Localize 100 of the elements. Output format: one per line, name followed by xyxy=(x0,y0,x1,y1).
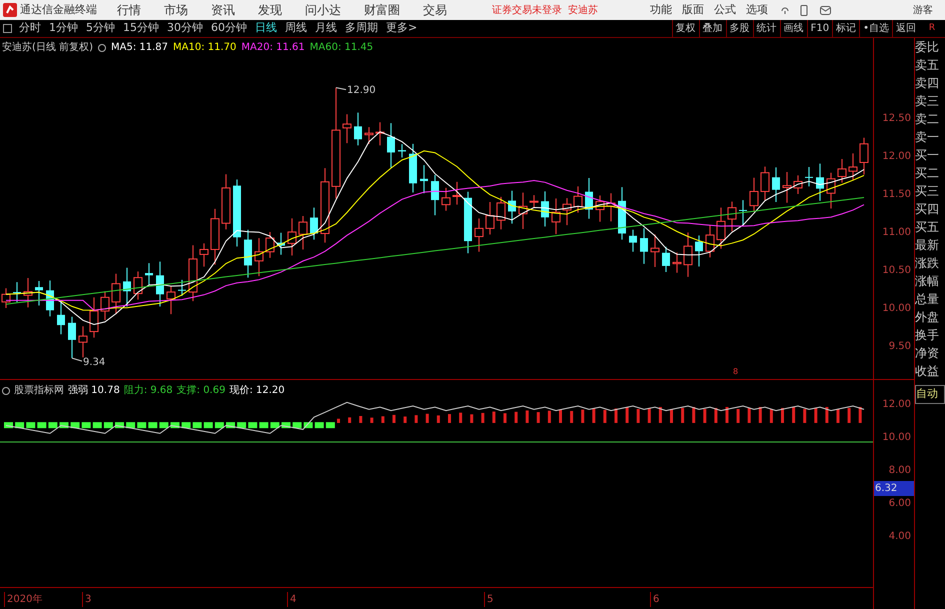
indicator-axis-label: 6.00 xyxy=(888,497,911,511)
candlestick xyxy=(838,158,846,184)
price-axis-label: 10.00 xyxy=(882,302,911,316)
candlestick xyxy=(794,174,802,194)
stock-name: 安迪苏 xyxy=(568,4,598,18)
period-tab[interactable]: 多周期 xyxy=(341,20,382,37)
phone-icon[interactable] xyxy=(800,4,808,16)
period-tab[interactable]: 分时 xyxy=(15,20,45,37)
mail-icon[interactable] xyxy=(820,6,831,14)
menu-item[interactable]: 行情 xyxy=(117,1,141,19)
candlestick xyxy=(35,280,43,306)
candlestick xyxy=(24,277,32,308)
candlestick xyxy=(298,216,308,250)
price-axis-label: 12.00 xyxy=(882,150,911,164)
candlestick xyxy=(46,280,54,317)
tool-menu-item[interactable]: 版面 xyxy=(682,2,704,18)
period-tab[interactable]: 周线 xyxy=(281,20,311,37)
chart-toolbar-button[interactable]: 返回 xyxy=(892,20,919,37)
candlestick xyxy=(431,174,439,216)
auto-mode-button[interactable]: 自动 xyxy=(915,385,945,404)
chart-toolbar-button[interactable]: F10 xyxy=(806,20,832,37)
candlestick xyxy=(178,279,186,296)
chart-toolbar-button[interactable]: 标记 xyxy=(832,20,860,37)
candlestick xyxy=(518,192,528,230)
candlestick xyxy=(508,190,516,224)
chart-toolbar-button[interactable]: 统计 xyxy=(752,20,780,37)
period-tab[interactable]: 日线 xyxy=(251,20,281,37)
quote-field-label: 买三 xyxy=(915,183,940,200)
menu-item[interactable]: 财富圈 xyxy=(364,1,400,19)
candlestick xyxy=(200,242,208,268)
candlestick xyxy=(486,201,494,235)
menu-item[interactable]: 发现 xyxy=(258,1,282,19)
leader-line xyxy=(336,87,346,90)
ma-legend: MA5: 11.87 xyxy=(110,40,168,55)
candlestick xyxy=(364,126,374,144)
tool-menu-item[interactable]: 功能 xyxy=(650,2,672,18)
candlestick xyxy=(156,261,164,307)
candlestick xyxy=(672,252,682,274)
candlestick xyxy=(574,186,582,214)
time-axis-label: 6 xyxy=(650,592,660,607)
chart-toolbar-button[interactable]: 复权 xyxy=(672,20,699,37)
period-tab[interactable]: 5分钟 xyxy=(82,20,119,37)
candlestick xyxy=(650,234,660,268)
settings-icon[interactable] xyxy=(98,44,106,52)
app-logo-icon xyxy=(3,3,17,17)
indicator-axis-label: 10.00 xyxy=(882,431,911,445)
candlestick xyxy=(805,166,813,187)
candlestick xyxy=(100,290,110,321)
price-axis-label: 11.00 xyxy=(882,226,911,240)
candlestick xyxy=(342,114,352,144)
period-tab[interactable]: 1分钟 xyxy=(45,20,82,37)
current-value-marker: 6.32 xyxy=(874,481,914,496)
user-label[interactable]: 游客 xyxy=(913,2,933,18)
quote-field-label: 卖二 xyxy=(915,111,940,128)
candlestick xyxy=(13,282,21,303)
candlestick xyxy=(585,178,593,220)
menu-item[interactable]: 资讯 xyxy=(211,1,235,19)
candlestick xyxy=(254,238,264,277)
event-marker: 8 xyxy=(733,366,738,378)
menu-item[interactable]: 问小达 xyxy=(305,1,341,19)
quote-field-label: 净资 xyxy=(915,345,940,362)
candlestick xyxy=(398,144,406,158)
menu-item[interactable]: 市场 xyxy=(164,1,188,19)
candlestick xyxy=(376,122,384,146)
candlestick xyxy=(78,326,88,358)
leader-line xyxy=(72,358,82,362)
tool-menu-item[interactable]: 公式 xyxy=(714,2,736,18)
period-tab[interactable]: 30分钟 xyxy=(163,20,207,37)
login-notice: 证券交易未登录 xyxy=(492,4,562,18)
candlestick xyxy=(541,190,549,227)
candlestick xyxy=(188,244,198,302)
price-axis-label: 11.50 xyxy=(882,188,911,202)
quote-field-label: 买二 xyxy=(915,165,940,182)
corner-mark: R xyxy=(928,22,936,35)
chart-toolbar-button[interactable]: •自选 xyxy=(859,20,892,37)
price-axis-label: 12.50 xyxy=(882,112,911,126)
quote-field-label: 换手 xyxy=(915,327,940,344)
chart-toolbar-button[interactable]: 画线 xyxy=(780,20,807,37)
candlestick xyxy=(420,164,428,194)
period-tab[interactable]: 15分钟 xyxy=(119,20,163,37)
indicator-value: 阻力: 9.68 xyxy=(124,384,173,398)
quote-field-label: 卖四 xyxy=(915,75,940,92)
period-tab[interactable]: 60分钟 xyxy=(207,20,251,37)
chart-title: 安迪苏(日线 前复权) xyxy=(2,40,93,55)
period-tab[interactable]: 更多> xyxy=(382,20,422,37)
candlestick xyxy=(112,273,120,315)
chart-toolbar-button[interactable]: 多股 xyxy=(726,20,753,37)
tool-menu-item[interactable]: 选项 xyxy=(746,2,768,18)
candlestick xyxy=(860,137,868,176)
time-axis-label: 2020年 xyxy=(4,592,42,607)
chart-toolbar-button[interactable]: 叠加 xyxy=(698,20,726,37)
candlestick xyxy=(848,152,858,181)
settings-icon[interactable] xyxy=(2,386,10,394)
panel-toggle-icon[interactable] xyxy=(3,24,12,33)
candlestick xyxy=(496,196,506,230)
period-tab[interactable]: 月线 xyxy=(311,20,341,37)
indicator-value: 现价: 12.20 xyxy=(229,384,285,398)
menu-item[interactable]: 交易 xyxy=(423,1,447,19)
high-price-label: 12.90 xyxy=(347,84,376,98)
candlestick xyxy=(474,218,484,252)
